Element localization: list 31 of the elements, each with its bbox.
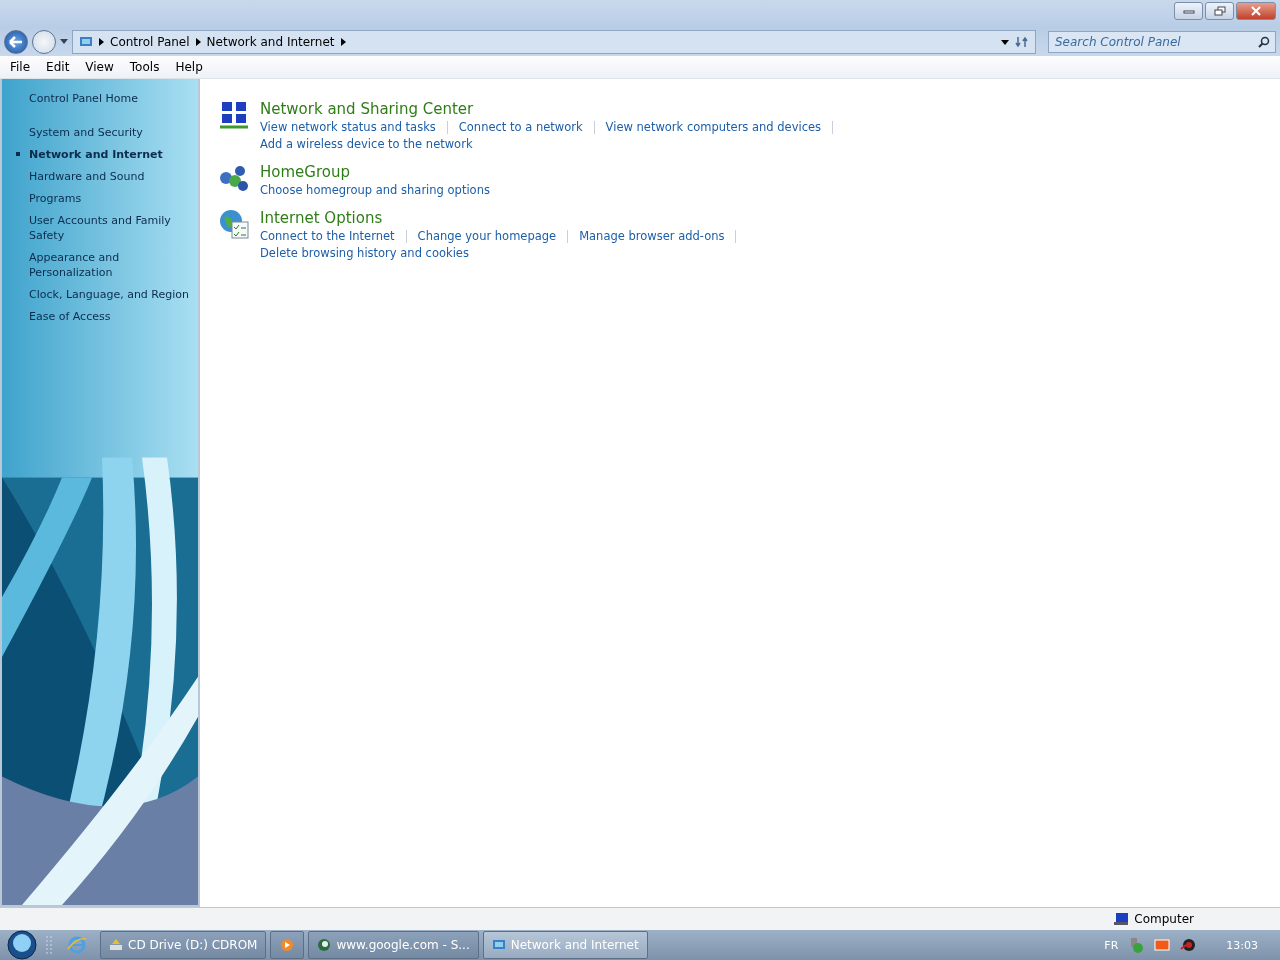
sidebar-link[interactable]: Network and Internet	[15, 147, 198, 162]
menu-item[interactable]: Tools	[121, 60, 168, 74]
address-bar[interactable]: Control Panel Network and Internet	[72, 30, 1036, 54]
task-link[interactable]: Manage browser add-ons	[579, 228, 725, 245]
search-field[interactable]: Search Control Panel	[1048, 31, 1276, 53]
task-link[interactable]: Delete browsing history and cookies	[260, 245, 469, 262]
category-title[interactable]: Internet Options	[260, 208, 748, 228]
category-title[interactable]: HomeGroup	[260, 162, 490, 182]
task-link[interactable]: View network computers and devices	[605, 119, 822, 136]
task-link[interactable]: View network status and tasks	[260, 119, 436, 136]
task-link[interactable]: Connect to the Internet	[260, 228, 395, 245]
menu-item[interactable]: View	[77, 60, 122, 74]
task-link[interactable]: Connect to a network	[458, 119, 583, 136]
task-link[interactable]: Change your homepage	[417, 228, 557, 245]
menu-item[interactable]: File	[2, 60, 39, 74]
sidebar-link[interactable]: Appearance and Personalization	[15, 250, 198, 280]
sidebar-link[interactable]: System and Security	[15, 125, 198, 140]
sidebar-link[interactable]: User Accounts and Family Safety	[15, 213, 198, 243]
task-link[interactable]: Choose homegroup and sharing options	[260, 182, 490, 199]
sidebar-link[interactable]: Ease of Access	[15, 309, 198, 324]
sidebar-link[interactable]: Hardware and Sound	[15, 169, 198, 184]
breadcrumb[interactable]: Network and Internet	[206, 35, 335, 49]
sidebar-link[interactable]: Control Panel Home	[15, 91, 198, 106]
category-title[interactable]: Network and Sharing Center	[260, 99, 845, 119]
sidebar-link[interactable]: Clock, Language, and Region	[15, 287, 198, 302]
breadcrumb[interactable]: Control Panel	[110, 35, 190, 49]
sidebar-link[interactable]: Programs	[15, 191, 198, 206]
task-link[interactable]: Add a wireless device to the network	[260, 136, 473, 153]
menu-item[interactable]: Edit	[38, 60, 78, 74]
menu-item[interactable]: Help	[167, 60, 211, 74]
status-location: Computer	[1134, 912, 1194, 926]
